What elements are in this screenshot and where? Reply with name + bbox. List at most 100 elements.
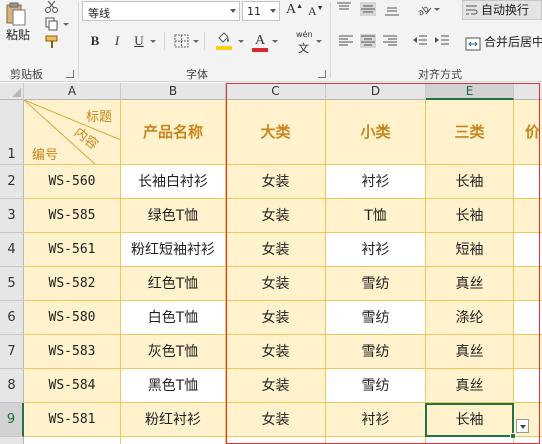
bold-button[interactable]: B [88, 32, 102, 50]
cell-empty[interactable] [226, 437, 326, 444]
phonetic-dropdown-icon[interactable] [316, 40, 322, 43]
cell-third-category[interactable]: 真丝 [426, 267, 514, 301]
column-header-e[interactable]: E [426, 83, 514, 100]
cell-empty[interactable] [426, 437, 514, 444]
cell-subcategory[interactable]: 雪纺 [326, 335, 426, 369]
underline-button[interactable]: U [132, 32, 146, 50]
select-all-corner[interactable] [0, 83, 24, 100]
align-top-icon[interactable] [336, 2, 352, 16]
header-product-name[interactable]: 产品名称 [121, 100, 226, 165]
format-painter-icon[interactable] [44, 35, 60, 49]
cell-clipped[interactable] [514, 233, 542, 267]
font-name-combo[interactable]: 等线 [82, 1, 240, 21]
cell-subcategory[interactable]: 雪纺 [326, 301, 426, 335]
cell-third-category[interactable]: 真丝 [426, 369, 514, 403]
header-third-category[interactable]: 三类 [426, 100, 514, 165]
diagonal-header-cell[interactable]: 标题 内容 编号 [24, 100, 121, 165]
cell-category[interactable]: 女装 [226, 165, 326, 199]
paste-button[interactable]: 粘贴 [6, 26, 30, 43]
cut-icon[interactable] [44, 0, 60, 14]
cell-clipped[interactable] [514, 369, 542, 403]
cell-clipped[interactable] [514, 199, 542, 233]
row-header-4[interactable]: 4 [0, 233, 24, 267]
cell-category[interactable]: 女装 [226, 199, 326, 233]
orientation-icon[interactable]: ab [416, 2, 432, 19]
cell-code[interactable]: WS-585 [24, 199, 121, 233]
cell-subcategory[interactable]: 衬衫 [326, 233, 426, 267]
cell-product-name[interactable]: 长袖白衬衫 [121, 165, 226, 199]
cell-category[interactable]: 女装 [226, 335, 326, 369]
row-header-3[interactable]: 3 [0, 199, 24, 233]
cell-product-name[interactable]: 黑色T恤 [121, 369, 226, 403]
cell-product-name[interactable]: 白色T恤 [121, 301, 226, 335]
merge-center-button[interactable]: 合并后居中 [462, 32, 542, 52]
decrease-indent-icon[interactable] [412, 34, 428, 48]
cell-code[interactable]: WS-560 [24, 165, 121, 199]
decrease-font-size-button[interactable]: A▼ [308, 4, 324, 19]
cell-third-category[interactable]: 涤纶 [426, 301, 514, 335]
row-header-2[interactable]: 2 [0, 165, 24, 199]
italic-button[interactable]: I [110, 32, 124, 50]
cell-empty[interactable] [121, 437, 226, 444]
cell-subcategory[interactable]: 衬衫 [326, 165, 426, 199]
header-clipped-column[interactable]: 价 [514, 100, 542, 165]
cell-subcategory[interactable]: 雪纺 [326, 369, 426, 403]
cell-clipped[interactable] [514, 165, 542, 199]
cell-third-category[interactable]: 真丝 [426, 335, 514, 369]
row-header-9[interactable]: 9 [0, 403, 24, 437]
row-header-5[interactable]: 5 [0, 267, 24, 301]
cell-code[interactable]: WS-581 [24, 403, 121, 437]
cell-subcategory[interactable]: 雪纺 [326, 267, 426, 301]
fill-color-icon[interactable] [216, 31, 232, 45]
column-header-a[interactable]: A [24, 83, 121, 100]
cell-category[interactable]: 女装 [226, 369, 326, 403]
column-header-d[interactable]: D [326, 83, 426, 100]
increase-font-size-button[interactable]: A▲ [286, 2, 303, 18]
row-header-10[interactable] [0, 437, 24, 444]
font-size-combo[interactable]: 11 [242, 1, 280, 21]
copy-dropdown-icon[interactable] [63, 23, 69, 26]
fill-color-dropdown-icon[interactable] [238, 40, 244, 43]
row-header-8[interactable]: 8 [0, 369, 24, 403]
row-header-7[interactable]: 7 [0, 335, 24, 369]
cell-code[interactable]: WS-582 [24, 267, 121, 301]
fill-handle[interactable] [510, 433, 516, 439]
phonetic-guide-icon[interactable]: 文 [298, 40, 309, 56]
orientation-dropdown-icon[interactable] [434, 8, 440, 11]
column-header-c[interactable]: C [226, 83, 326, 100]
cell-clipped[interactable] [514, 335, 542, 369]
cell-third-category[interactable]: 短袖 [426, 233, 514, 267]
cell-code[interactable]: WS-584 [24, 369, 121, 403]
cell-empty[interactable] [326, 437, 426, 444]
font-dialog-launcher-icon[interactable] [318, 70, 326, 78]
cell-third-category[interactable]: 长袖 [426, 199, 514, 233]
borders-dropdown-icon[interactable] [193, 40, 199, 43]
align-bottom-icon[interactable] [384, 2, 400, 16]
align-left-icon[interactable] [338, 34, 354, 48]
validation-dropdown-button[interactable] [516, 419, 529, 433]
cell-product-name[interactable]: 灰色T恤 [121, 335, 226, 369]
underline-dropdown-icon[interactable] [150, 40, 156, 43]
align-middle-icon[interactable] [360, 2, 376, 16]
align-center-icon[interactable] [360, 34, 376, 48]
header-subcategory[interactable]: 小类 [326, 100, 426, 165]
cell-code[interactable]: WS-583 [24, 335, 121, 369]
cell-subcategory[interactable]: 衬衫 [326, 403, 426, 437]
cell-product-name[interactable]: 粉红衬衫 [121, 403, 226, 437]
header-category[interactable]: 大类 [226, 100, 326, 165]
cell-category[interactable]: 女装 [226, 301, 326, 335]
copy-icon[interactable] [44, 17, 60, 31]
clipboard-dialog-launcher-icon[interactable] [66, 70, 74, 78]
borders-icon[interactable] [174, 34, 190, 48]
cell-code[interactable]: WS-580 [24, 301, 121, 335]
cell-category[interactable]: 女装 [226, 403, 326, 437]
cell-category[interactable]: 女装 [226, 267, 326, 301]
cell-product-name[interactable]: 绿色T恤 [121, 199, 226, 233]
paste-icon[interactable] [6, 2, 26, 26]
row-header-6[interactable]: 6 [0, 301, 24, 335]
increase-indent-icon[interactable] [434, 34, 450, 48]
align-right-icon[interactable] [382, 34, 398, 48]
font-color-dropdown-icon[interactable] [272, 40, 278, 43]
cell-product-name[interactable]: 粉红短袖衬衫 [121, 233, 226, 267]
cell-clipped[interactable] [514, 301, 542, 335]
